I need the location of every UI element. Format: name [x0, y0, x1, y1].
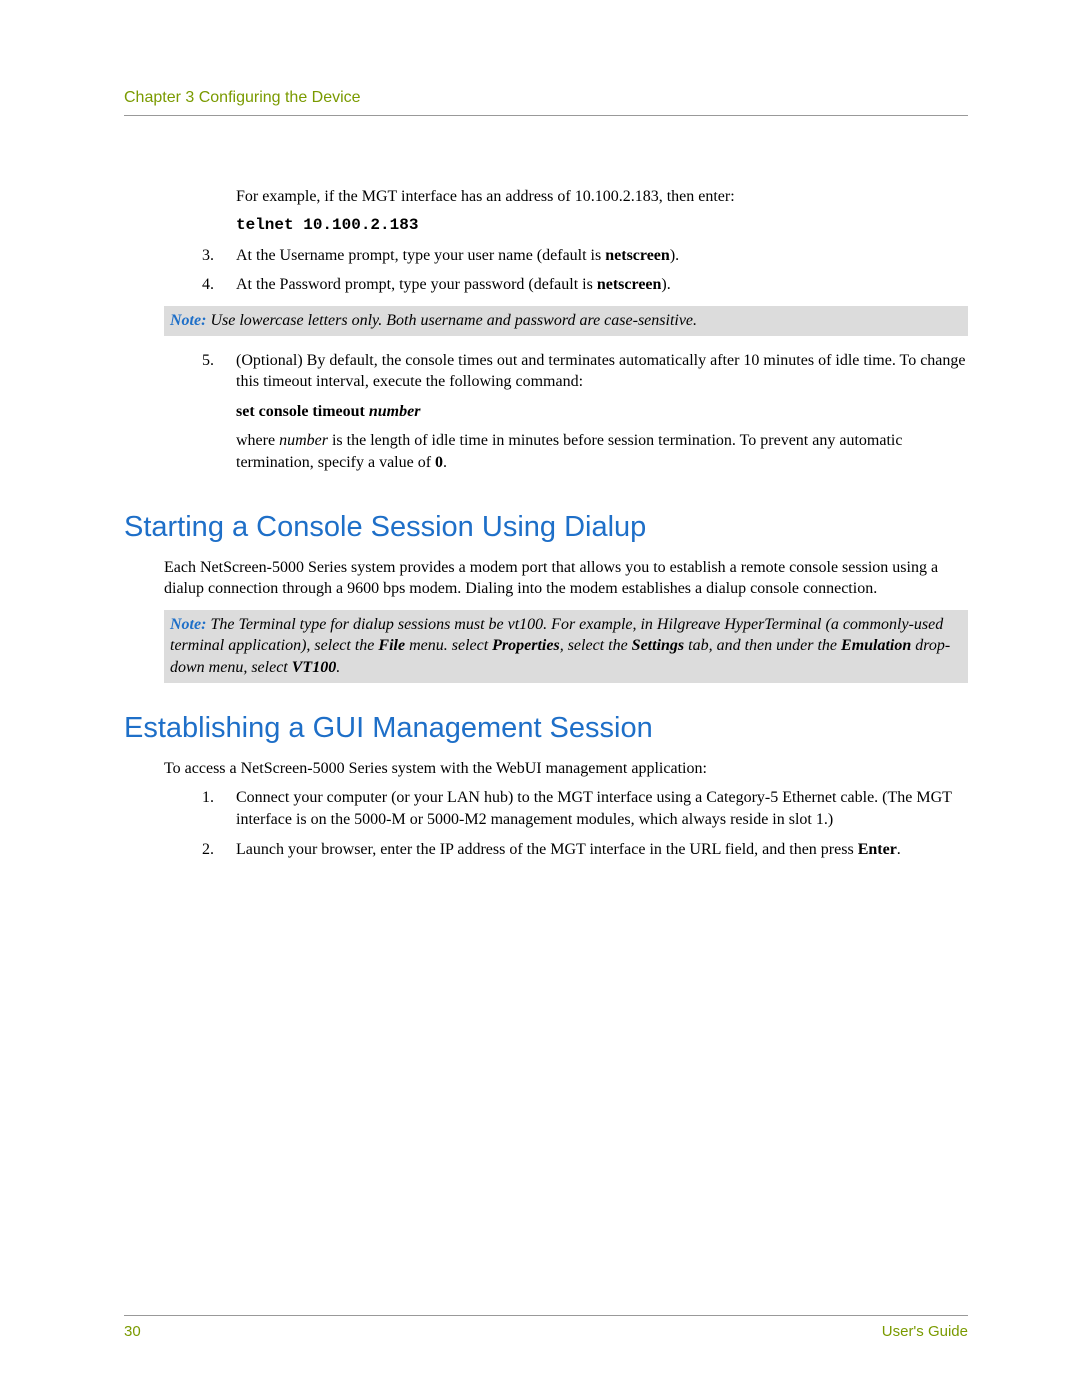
guide-label: User's Guide — [882, 1322, 968, 1342]
note-label: Note: — [170, 616, 206, 633]
note-text: Use lowercase letters only. Both usernam… — [206, 312, 697, 329]
heading-gui: Establishing a GUI Management Session — [124, 709, 968, 748]
step-body: At the Username prompt, type your user n… — [236, 245, 968, 267]
heading-dialup: Starting a Console Session Using Dialup — [124, 508, 968, 547]
step-number: 1. — [202, 787, 236, 830]
page-number: 30 — [124, 1322, 141, 1342]
step-number: 2. — [202, 839, 236, 861]
page-header: Chapter 3 Configuring the Device — [124, 87, 968, 116]
gui-step-1: 1. Connect your computer (or your LAN hu… — [202, 787, 968, 830]
step-number: 3. — [202, 245, 236, 267]
step-5: 5. (Optional) By default, the console ti… — [202, 350, 968, 482]
step-4: 4. At the Password prompt, type your pas… — [202, 274, 968, 296]
chapter-title: Chapter 3 Configuring the Device — [124, 89, 361, 106]
step-number: 5. — [202, 350, 236, 482]
gui-step-2: 2. Launch your browser, enter the IP add… — [202, 839, 968, 861]
step-body: At the Password prompt, type your passwo… — [236, 274, 968, 296]
page-footer: 30 User's Guide — [124, 1315, 968, 1342]
telnet-command: telnet 10.100.2.183 — [236, 215, 968, 237]
command-literal: set console timeout — [236, 403, 369, 420]
note-vt100: Note: The Terminal type for dialup sessi… — [164, 610, 968, 683]
step-body: Launch your browser, enter the IP addres… — [236, 839, 968, 861]
example-intro: For example, if the MGT interface has an… — [236, 186, 968, 208]
step-body: Connect your computer (or your LAN hub) … — [236, 787, 968, 830]
continuation-block: For example, if the MGT interface has an… — [236, 186, 968, 237]
command-variable: number — [369, 403, 421, 420]
step-3: 3. At the Username prompt, type your use… — [202, 245, 968, 267]
step-body: (Optional) By default, the console times… — [236, 350, 968, 482]
step-number: 4. — [202, 274, 236, 296]
dialup-paragraph: Each NetScreen-5000 Series system provid… — [164, 557, 968, 600]
gui-intro: To access a NetScreen-5000 Series system… — [164, 758, 968, 780]
note-label: Note: — [170, 312, 206, 329]
note-case-sensitive: Note: Use lowercase letters only. Both u… — [164, 306, 968, 336]
